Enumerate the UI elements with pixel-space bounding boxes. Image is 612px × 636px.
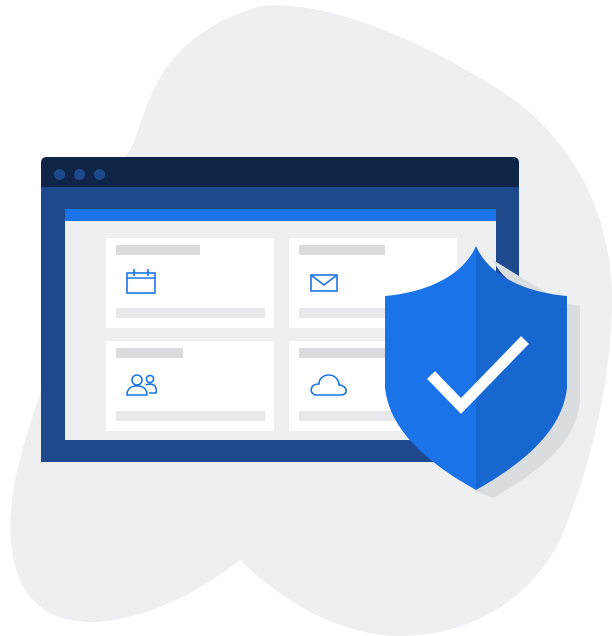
shield-body-left <box>385 246 476 490</box>
contacts-card <box>106 341 274 431</box>
calendar-icon <box>126 269 156 294</box>
placeholder-line <box>116 308 265 318</box>
window-control-dot <box>54 169 65 180</box>
mail-icon <box>310 274 338 292</box>
cloud-icon <box>310 374 347 396</box>
calendar-card <box>106 238 274 328</box>
placeholder-line <box>116 411 265 421</box>
window-control-dot <box>94 169 105 180</box>
page-header-bar <box>65 209 496 221</box>
browser-titlebar <box>41 157 519 187</box>
placeholder-line <box>116 348 183 358</box>
users-icon <box>126 374 158 396</box>
window-control-dot <box>74 169 85 180</box>
shield-check-icon <box>385 246 580 498</box>
placeholder-line <box>116 245 200 255</box>
